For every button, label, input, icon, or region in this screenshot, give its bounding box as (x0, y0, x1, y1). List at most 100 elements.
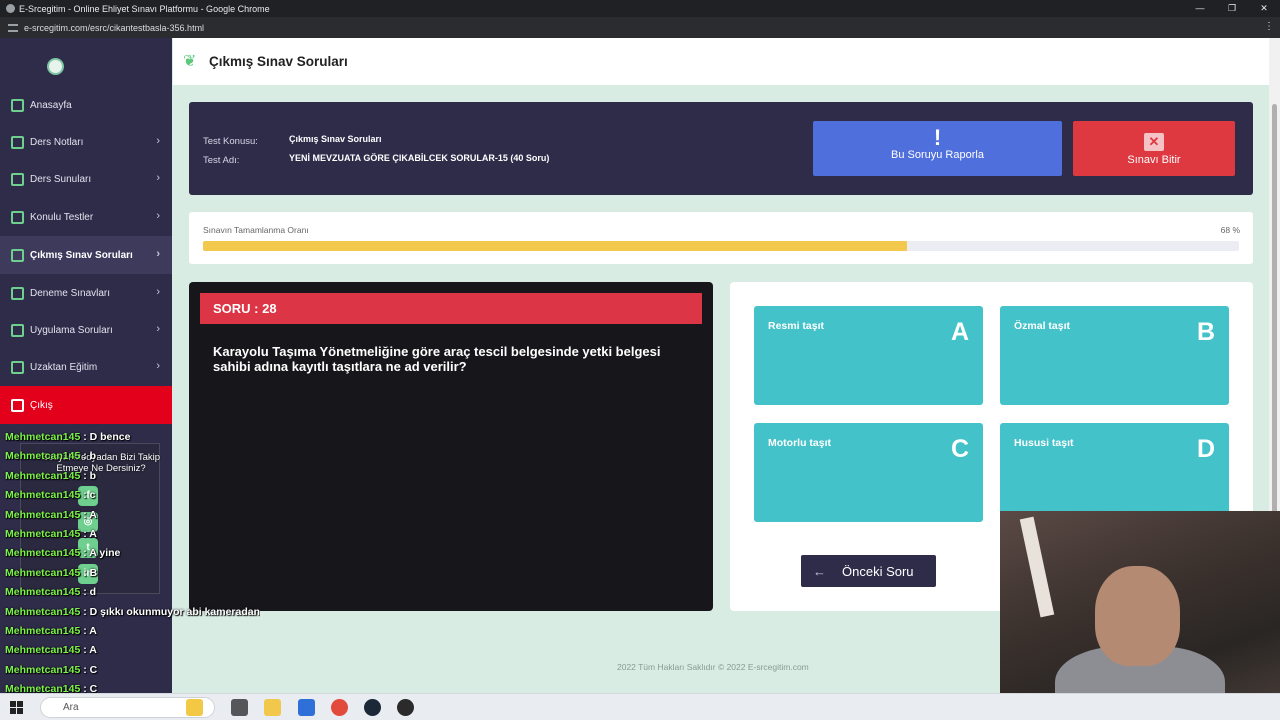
outlook-icon[interactable] (298, 699, 315, 716)
chevron-right-icon: › (156, 360, 160, 372)
copilot-icon[interactable] (186, 699, 203, 716)
list-icon (11, 210, 24, 224)
chevron-right-icon: › (156, 248, 160, 260)
obs-icon[interactable] (397, 699, 414, 716)
chevron-right-icon: › (156, 135, 160, 147)
menu-kebab-icon[interactable]: ⋮ (1264, 21, 1274, 32)
chat-text: : c (83, 489, 96, 502)
chat-username: Mehmetcan145 (5, 605, 81, 618)
address-bar[interactable]: e-srcegitim.com/esrc/cikantestbasla-356.… (0, 17, 1280, 38)
report-button-label: Bu Soruyu Raporla (891, 149, 984, 161)
option-letter: A (950, 318, 969, 346)
chat-username: Mehmetcan145 (5, 528, 81, 540)
sidebar-item-label: Çıkış (30, 399, 53, 411)
chat-text: : A (83, 625, 97, 637)
restore-button[interactable]: ❐ (1216, 0, 1248, 17)
window-controls: — ❐ ✕ (1184, 0, 1280, 17)
sidebar-item-cikis[interactable]: Çıkış (0, 386, 172, 424)
sidebar-item-label: Anasayfa (30, 99, 72, 111)
chat-text: : b (83, 469, 97, 482)
option-b[interactable]: Özmal taşıt B (1000, 306, 1229, 405)
progress-label: Sınavın Tamamlanma Oranı (203, 225, 309, 235)
minimize-button[interactable]: — (1184, 0, 1216, 17)
option-text: Özmal taşıt (1014, 320, 1071, 332)
sidebar-item-label: Deneme Sınavları (30, 287, 111, 299)
chat-username: Mehmetcan145 (5, 644, 81, 657)
chat-message: Mehmetcan145 : D şıkkı okunmuyor abi kam… (5, 606, 260, 618)
url-text[interactable]: e-srcegitim.com/esrc/cikantestbasla-356.… (24, 23, 204, 33)
option-letter: C (950, 435, 969, 463)
question-number: SORU : 28 (200, 293, 702, 324)
chat-text: : B (83, 566, 98, 579)
sidebar-item-ders-sunulari[interactable]: Ders Sunuları › (0, 160, 172, 198)
stream-chat-overlay: Mehmetcan145 : D bence Mehmetcan145 : b Me… (0, 424, 260, 720)
sidebar-item-label: Ders Notları (30, 136, 84, 148)
close-window-button[interactable]: ✕ (1248, 0, 1280, 17)
taskbar: Ara (0, 693, 1280, 720)
chrome-app-icon (6, 4, 15, 13)
arrow-left-icon: ← (813, 563, 826, 579)
sidebar-item-cikmis-sinav-sorulari[interactable]: Çıkmış Sınav Soruları › (0, 236, 172, 274)
sidebar-item-konulu-testler[interactable]: Konulu Testler › (0, 198, 172, 236)
finish-exam-button[interactable]: ✕ Sınavı Bitir (1073, 121, 1235, 176)
chat-username: Mehmetcan145 (5, 586, 81, 599)
logout-icon (11, 398, 24, 412)
site-settings-icon[interactable] (8, 23, 18, 32)
car-icon (11, 323, 24, 337)
test-topic-value: Çıkmış Sınav Soruları (289, 134, 382, 144)
chat-text: : A yine (83, 547, 121, 560)
windows-start-icon[interactable] (10, 701, 23, 714)
option-c[interactable]: Motorlu taşıt C (754, 423, 983, 522)
presentation-icon (11, 172, 24, 186)
option-d[interactable]: Hususi taşıt D (1000, 423, 1229, 522)
home-icon (11, 98, 24, 112)
finish-button-label: Sınavı Bitir (1127, 154, 1181, 166)
sidebar-item-uzaktan-egitim[interactable]: Uzaktan Eğitim › (0, 348, 172, 386)
previous-question-button[interactable]: ← Önceki Soru (801, 555, 936, 587)
chat-username: Mehmetcan145 (5, 508, 81, 521)
chat-text: : A (83, 508, 97, 521)
window-titlebar: E-Srcegitim - Online Ehliyet Sınavı Plat… (0, 0, 1280, 17)
site-logo[interactable] (47, 58, 64, 75)
test-name-value: YENİ MEVZUATA GÖRE ÇIKABİLCEK SORULAR-15… (289, 153, 550, 163)
option-letter: D (1196, 435, 1215, 463)
sidebar-item-label: Konulu Testler (30, 211, 94, 223)
chat-message: Mehmetcan145 : D bence (5, 431, 130, 443)
chat-message: Mehmetcan145 : c (5, 489, 95, 501)
task-view-icon[interactable] (231, 699, 248, 716)
chat-text: : D bence (83, 431, 131, 443)
chat-message: Mehmetcan145 : A (5, 528, 97, 540)
sidebar-item-deneme-sinavlari[interactable]: Deneme Sınavları › (0, 274, 172, 312)
sidebar-item-label: Uygulama Soruları (30, 324, 113, 336)
webcam-overlay (1000, 511, 1280, 720)
chat-username: Mehmetcan145 (5, 547, 81, 560)
chat-message: Mehmetcan145 : A (5, 509, 97, 521)
chat-message: Mehmetcan145 : A (5, 625, 97, 637)
sidebar-item-anasayfa[interactable]: Anasayfa (0, 86, 172, 124)
progress-track (203, 241, 1239, 251)
close-box-icon: ✕ (1144, 133, 1164, 151)
book-icon (11, 135, 24, 149)
sidebar-item-uygulama-sorulari[interactable]: Uygulama Soruları › (0, 311, 172, 349)
page-footer: 2022 Tüm Hakları Saklıdır © 2022 E-srceg… (617, 662, 809, 672)
chat-username: Mehmetcan145 (5, 489, 81, 502)
option-a[interactable]: Resmi taşıt A (754, 306, 983, 405)
chat-message: Mehmetcan145 : A yine (5, 547, 120, 559)
chrome-icon[interactable] (331, 699, 348, 716)
progress-percent: 68 % (1220, 225, 1240, 235)
report-question-button[interactable]: ! Bu Soruyu Raporla (813, 121, 1062, 176)
chat-text: : b (83, 450, 97, 463)
chat-username: Mehmetcan145 (5, 450, 81, 463)
chevron-right-icon: › (156, 323, 160, 335)
sidebar-item-ders-notlari[interactable]: Ders Notları › (0, 123, 172, 161)
chat-text: : C (83, 663, 98, 676)
chevron-right-icon: › (156, 286, 160, 298)
hands-heart-icon: ❦ (183, 52, 197, 70)
video-icon (11, 360, 24, 374)
chat-text: : A (83, 644, 97, 657)
progress-fill (203, 241, 908, 251)
chat-message: Mehmetcan145 : C (5, 664, 97, 676)
steam-icon[interactable] (364, 699, 381, 716)
clipboard-icon (11, 286, 24, 300)
file-explorer-icon[interactable] (264, 699, 281, 716)
